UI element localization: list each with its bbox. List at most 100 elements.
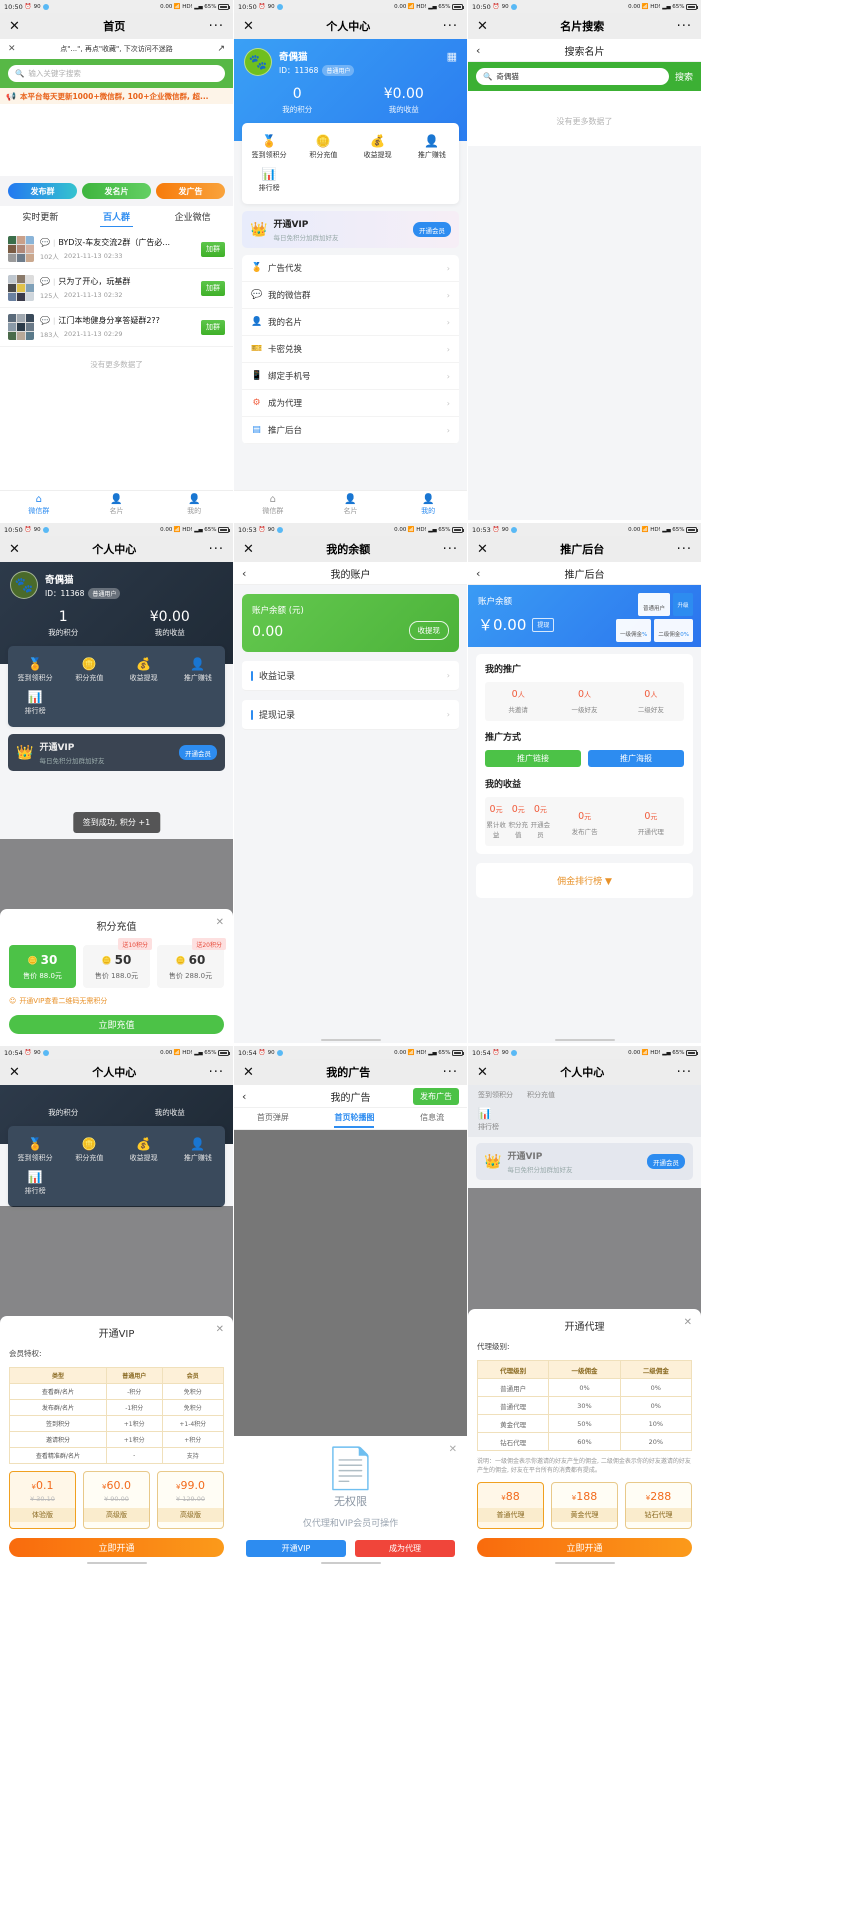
vip-banner[interactable]: 👑 开通VIP 每日免积分加群加好友 开通会员 — [476, 1143, 693, 1180]
search-input[interactable]: 🔍 输入关键字搜索 — [8, 65, 225, 82]
close-icon[interactable]: ✕ — [243, 1066, 254, 1079]
publish-group-button[interactable]: 发布群 — [8, 183, 77, 199]
publish-ad-button[interactable]: 发广告 — [156, 183, 225, 199]
menu-item-ticket[interactable]: 🎫 卡密兑换 › — [242, 336, 459, 363]
withdraw-button[interactable]: 收提现 — [408, 621, 449, 640]
action-rank[interactable]: 📊 排行榜 — [8, 1167, 62, 1200]
search-button[interactable]: 搜索 — [675, 70, 693, 83]
menu-item-phone[interactable]: 📱 绑定手机号 › — [242, 363, 459, 390]
more-icon[interactable]: ··· — [443, 543, 458, 556]
close-icon[interactable]: ✕ — [477, 1066, 488, 1079]
join-group-button[interactable]: 加群 — [201, 319, 225, 335]
vip-option[interactable]: ¥0.1 ¥ 30.10 体验版 — [9, 1471, 76, 1529]
vip-banner[interactable]: 👑 开通VIP 每日免积分加群加好友 开通会员 — [8, 734, 225, 771]
action-rank[interactable]: 📊 排行榜 — [242, 164, 296, 197]
action-signin[interactable]: 🏅 签到领积分 — [8, 654, 62, 687]
back-icon[interactable]: ‹ — [476, 44, 480, 57]
tabbar-item-cards[interactable]: 👤 名片 — [78, 491, 156, 520]
package-option[interactable]: 送20积分 🪙 60 售价 288.0元 — [157, 938, 226, 988]
action-recharge[interactable]: 🪙 积分充值 — [296, 131, 350, 164]
tab-realtime[interactable]: 实时更新 — [22, 210, 58, 226]
tab-hundred[interactable]: 百人群 — [99, 210, 134, 227]
tabbar-item-groups[interactable]: ⌂ 微信群 — [234, 491, 312, 520]
close-icon[interactable]: ✕ — [216, 917, 224, 928]
agent-option[interactable]: ¥288 钻石代理 — [625, 1482, 692, 1529]
table-row[interactable]: 💬 | BYD汉-车友交流2群（广告必... 102人 2021-11-13 02… — [0, 230, 233, 269]
tabbar-item-mine[interactable]: 👤 我的 — [389, 491, 467, 520]
close-icon[interactable]: ✕ — [684, 1317, 692, 1328]
vip-open-button[interactable]: 开通会员 — [647, 1154, 685, 1169]
action-signin[interactable]: 🏅 签到领积分 — [8, 1134, 62, 1167]
vip-option[interactable]: ¥60.0 ¥ 90.00 高级版 — [83, 1471, 150, 1529]
more-icon[interactable]: ··· — [677, 20, 692, 33]
close-icon[interactable]: ✕ — [477, 543, 488, 556]
recharge-now-button[interactable]: 立即充值 — [9, 1015, 224, 1034]
vip-open-button[interactable]: 开通会员 — [179, 745, 217, 760]
tab-carousel[interactable]: 首页轮播图 — [334, 1112, 375, 1128]
more-icon[interactable]: ··· — [443, 1066, 458, 1079]
package-option[interactable]: 送10积分 🪙 50 售价 188.0元 — [83, 938, 152, 988]
vip-banner[interactable]: 👑 开通VIP 每日免积分加群加好友 开通会员 — [242, 211, 459, 248]
join-group-button[interactable]: 加群 — [201, 241, 225, 257]
action-withdraw[interactable]: 💰 收益提现 — [351, 131, 405, 164]
action-signin[interactable]: 🏅 签到领积分 — [242, 131, 296, 164]
more-icon[interactable]: ··· — [677, 1066, 692, 1079]
promo-link-button[interactable]: 推广链接 — [485, 750, 581, 767]
more-icon[interactable]: ··· — [443, 20, 458, 33]
tabbar-item-groups[interactable]: ⌂ 微信群 — [0, 491, 78, 520]
open-vip-button[interactable]: 开通VIP — [246, 1540, 346, 1557]
menu-item-backend[interactable]: ▤ 推广后台 › — [242, 417, 459, 444]
back-icon[interactable]: ‹ — [242, 567, 246, 580]
activate-agent-button[interactable]: 立即开通 — [477, 1538, 692, 1557]
list-item[interactable]: 收益记录 › — [242, 661, 459, 691]
action-recharge[interactable]: 🪙 积分充值 — [62, 1134, 116, 1167]
tab-feed[interactable]: 信息流 — [420, 1112, 444, 1126]
action-promote[interactable]: 👤 推广赚钱 — [405, 131, 459, 164]
menu-item-ad[interactable]: 🏅 广告代发 › — [242, 255, 459, 282]
upgrade-button[interactable]: 升级 — [673, 593, 693, 616]
table-row[interactable]: 💬 | 江门本地健身分享答疑群2?? 183人 2021-11-13 02:29 … — [0, 308, 233, 347]
publish-card-button[interactable]: 发名片 — [82, 183, 151, 199]
rank-button[interactable]: 佣金排行榜 ▼ — [476, 863, 693, 898]
table-row[interactable]: 💬 | 只为了开心，玩基群 125人 2021-11-13 02:32 加群 — [0, 269, 233, 308]
menu-item-groups[interactable]: 💬 我的微信群 › — [242, 282, 459, 309]
action-withdraw[interactable]: 💰 收益提现 — [117, 654, 171, 687]
action-recharge[interactable]: 🪙 积分充值 — [62, 654, 116, 687]
close-icon[interactable]: ✕ — [243, 543, 254, 556]
close-icon[interactable]: ✕ — [9, 1066, 20, 1079]
package-option[interactable]: 🪙 30 售价 88.0元 — [9, 945, 76, 988]
more-icon[interactable]: ··· — [209, 20, 224, 33]
action-promote[interactable]: 👤 推广赚钱 — [171, 1134, 225, 1167]
more-icon[interactable]: ··· — [209, 1066, 224, 1079]
more-icon[interactable]: ··· — [677, 543, 692, 556]
close-icon[interactable]: ✕ — [9, 20, 20, 33]
agent-option[interactable]: ¥188 黄金代理 — [551, 1482, 618, 1529]
become-agent-button[interactable]: 成为代理 — [355, 1540, 455, 1557]
notice-banner[interactable]: 📢 本平台每天更新1000+微信群, 100+企业微信群, 超... — [0, 88, 233, 104]
close-icon[interactable]: ✕ — [216, 1324, 224, 1335]
promo-poster-button[interactable]: 推广海报 — [588, 750, 684, 767]
back-icon[interactable]: ‹ — [476, 567, 480, 580]
tabbar-item-mine[interactable]: 👤 我的 — [155, 491, 233, 520]
tab-popup[interactable]: 首页弹屏 — [257, 1112, 289, 1126]
back-icon[interactable]: ‹ — [242, 1090, 246, 1103]
vip-open-button[interactable]: 开通会员 — [413, 222, 451, 237]
close-icon[interactable]: ✕ — [243, 20, 254, 33]
withdraw-button[interactable]: 提现 — [532, 617, 555, 632]
action-promote[interactable]: 👤 推广赚钱 — [171, 654, 225, 687]
search-input[interactable]: 🔍 奇偶猫 — [476, 68, 669, 85]
close-icon[interactable]: ✕ — [9, 543, 20, 556]
tip-close-icon[interactable]: ✕ — [8, 44, 16, 54]
menu-item-cards[interactable]: 👤 我的名片 › — [242, 309, 459, 336]
close-icon[interactable]: ✕ — [477, 20, 488, 33]
qr-icon[interactable]: ▦ — [447, 50, 457, 63]
activate-vip-button[interactable]: 立即开通 — [9, 1538, 224, 1557]
action-withdraw[interactable]: 💰 收益提现 — [117, 1134, 171, 1167]
vip-option[interactable]: ¥99.0 ¥ 129.00 高级版 — [157, 1471, 224, 1529]
publish-ad-button[interactable]: 发布广告 — [413, 1088, 459, 1105]
action-rank[interactable]: 📊 排行榜 — [8, 687, 62, 720]
join-group-button[interactable]: 加群 — [201, 280, 225, 296]
close-icon[interactable]: ✕ — [449, 1444, 457, 1455]
tab-enterprise[interactable]: 企业微信 — [175, 210, 211, 226]
tabbar-item-cards[interactable]: 👤 名片 — [312, 491, 390, 520]
